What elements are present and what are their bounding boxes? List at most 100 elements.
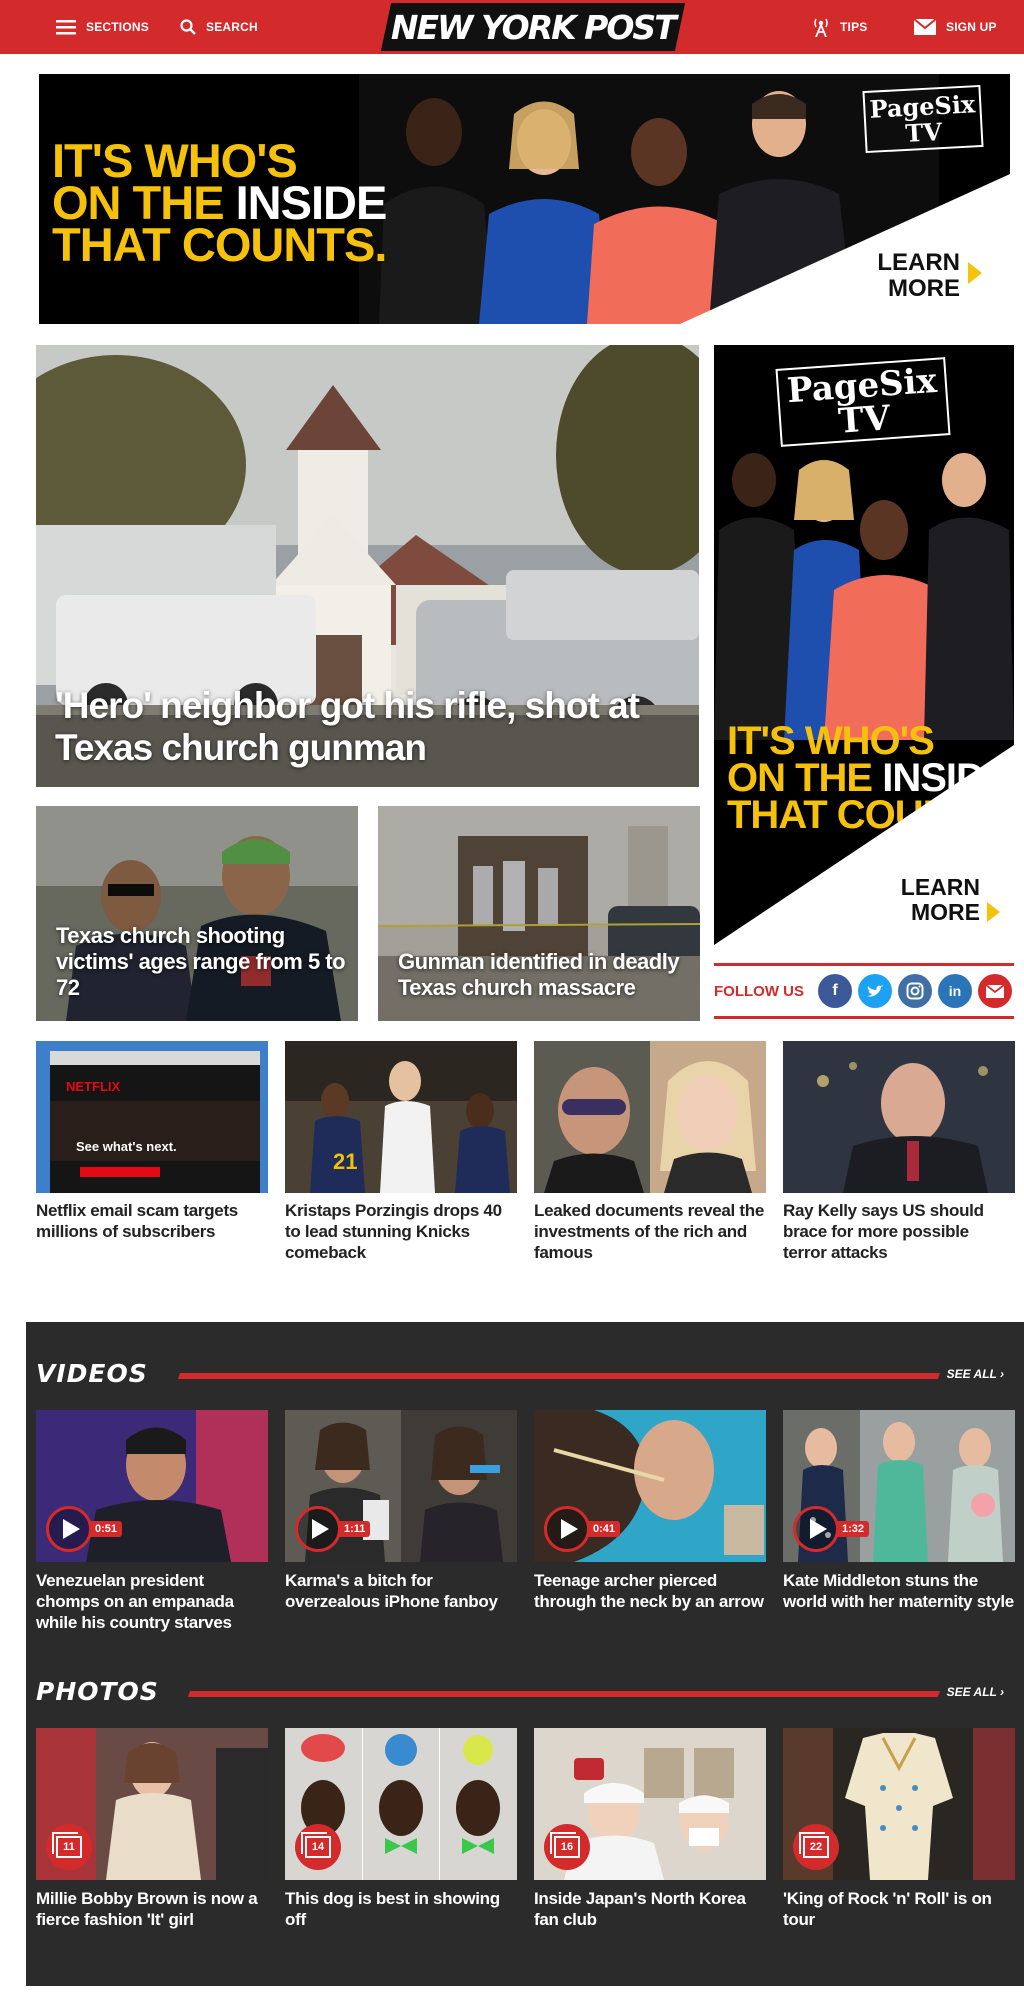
- video-thumbnail[interactable]: 0:51: [36, 1410, 268, 1562]
- search-icon: [180, 19, 196, 35]
- gallery-thumbnail[interactable]: 22: [783, 1728, 1015, 1880]
- gallery-icon: 14: [295, 1824, 341, 1870]
- video-duration: 1:11: [339, 1521, 371, 1537]
- video-thumbnail[interactable]: 1:11: [285, 1410, 517, 1562]
- banner-ad[interactable]: IT'S WHO'S ON THE INSIDE THAT COUNTS. Pa…: [39, 74, 1010, 324]
- twitter-icon[interactable]: [858, 974, 892, 1008]
- site-logo[interactable]: NEW YORK POST: [380, 3, 686, 51]
- story-title[interactable]: Ray Kelly says US should brace for more …: [783, 1200, 1015, 1263]
- gallery-title[interactable]: Inside Japan's North Korea fan club: [534, 1888, 766, 1930]
- story-thumbnail[interactable]: 21: [285, 1041, 517, 1193]
- follow-us-bar: FOLLOW US f in: [714, 963, 1014, 1019]
- photos-see-all-link[interactable]: SEE ALL ›: [947, 1685, 1004, 1699]
- media-section: VIDEOS SEE ALL › 0:51 Venezuelan preside…: [26, 1322, 1024, 1986]
- video-card[interactable]: 1:11 Karma's a bitch for overzealous iPh…: [285, 1410, 517, 1612]
- arrow-right-icon: [987, 902, 1000, 922]
- banner-white-wedge: [680, 174, 1010, 324]
- video-title[interactable]: Venezuelan president chomps on an empana…: [36, 1570, 268, 1633]
- photos-see-all-label: SEE ALL: [946, 1685, 997, 1699]
- gallery-count: 16: [550, 1832, 580, 1858]
- video-play-control[interactable]: 1:32: [793, 1506, 870, 1552]
- play-icon: [46, 1506, 92, 1552]
- sections-button[interactable]: SECTIONS: [56, 0, 149, 54]
- story-thumbnail[interactable]: [534, 1041, 766, 1193]
- video-thumbnail[interactable]: 0:41: [534, 1410, 766, 1562]
- story-title[interactable]: Netflix email scam targets millions of s…: [36, 1200, 268, 1242]
- tips-label: TIPS: [840, 20, 868, 34]
- side-ad-learn-line2: MORE: [911, 899, 980, 925]
- hero-headline[interactable]: 'Hero' neighbor got his rifle, shot at T…: [55, 685, 675, 769]
- gallery-icon: 16: [544, 1824, 590, 1870]
- jersey-number-text: 21: [333, 1149, 358, 1174]
- ray-kelly-photo: [783, 1041, 1015, 1193]
- facebook-icon[interactable]: f: [818, 974, 852, 1008]
- secondary-headline[interactable]: Gunman identified in deadly Texas church…: [398, 949, 688, 1001]
- videos-see-all-link[interactable]: SEE ALL ›: [947, 1367, 1004, 1381]
- story-thumbnail[interactable]: [783, 1041, 1015, 1193]
- banner-learn-line1: LEARN: [877, 249, 960, 276]
- follow-us-label: FOLLOW US: [714, 982, 804, 1000]
- sections-label: SECTIONS: [86, 20, 149, 34]
- banner-learn-more[interactable]: LEARN MORE: [877, 249, 982, 302]
- secondary-headline[interactable]: Texas church shooting victims' ages rang…: [56, 923, 346, 1001]
- video-card[interactable]: 0:51 Venezuelan president chomps on an e…: [36, 1410, 268, 1633]
- video-play-control[interactable]: 0:41: [544, 1506, 621, 1552]
- story-card[interactable]: NETFLIX See what's next. Netflix email s…: [36, 1041, 268, 1242]
- chevron-right-icon: ›: [1000, 1685, 1004, 1699]
- tips-button[interactable]: TIPS: [812, 0, 867, 54]
- gallery-title[interactable]: Millie Bobby Brown is now a fierce fashi…: [36, 1888, 268, 1930]
- play-icon: [544, 1506, 590, 1552]
- gallery-card[interactable]: 11 Millie Bobby Brown is now a fierce fa…: [36, 1728, 268, 1930]
- gallery-card[interactable]: 16 Inside Japan's North Korea fan club: [534, 1728, 766, 1930]
- side-ad[interactable]: PageSix TV IT'S WHO'S ON THE INSIDE THAT…: [714, 345, 1014, 945]
- story-card[interactable]: Leaked documents reveal the investments …: [534, 1041, 766, 1263]
- hamburger-icon: [56, 20, 76, 35]
- hero-story[interactable]: 'Hero' neighbor got his rifle, shot at T…: [36, 345, 699, 787]
- gallery-card[interactable]: 22 'King of Rock 'n' Roll' is on tour: [783, 1728, 1015, 1930]
- pagesix-tv-logo: PageSix TV: [775, 357, 951, 447]
- secondary-story[interactable]: Texas church shooting victims' ages rang…: [36, 806, 358, 1021]
- arrow-right-icon: [968, 262, 982, 284]
- video-play-control[interactable]: 1:11: [295, 1506, 371, 1552]
- side-ad-learn-more[interactable]: LEARN MORE: [900, 874, 1000, 925]
- story-card[interactable]: Ray Kelly says US should brace for more …: [783, 1041, 1015, 1263]
- signup-button[interactable]: SIGN UP: [914, 0, 997, 54]
- gallery-count: 14: [301, 1832, 331, 1858]
- video-card[interactable]: 0:41 Teenage archer pierced through the …: [534, 1410, 766, 1612]
- video-duration: 0:41: [588, 1521, 621, 1537]
- linkedin-icon[interactable]: in: [938, 974, 972, 1008]
- netflix-tagline-text: See what's next.: [76, 1139, 177, 1154]
- story-card[interactable]: 21 Kristaps Porzingis drops 40 to lead s…: [285, 1041, 517, 1263]
- photos-section-title: PHOTOS: [36, 1677, 159, 1706]
- story-title[interactable]: Kristaps Porzingis drops 40 to lead stun…: [285, 1200, 517, 1263]
- gallery-count: 11: [52, 1832, 82, 1858]
- story-thumbnail[interactable]: NETFLIX See what's next.: [36, 1041, 268, 1193]
- gallery-icon: 22: [793, 1824, 839, 1870]
- videos-divider: [177, 1373, 941, 1379]
- gallery-card[interactable]: 14 This dog is best in showing off: [285, 1728, 517, 1930]
- gallery-thumbnail[interactable]: 14: [285, 1728, 517, 1880]
- story-title[interactable]: Leaked documents reveal the investments …: [534, 1200, 766, 1263]
- video-title[interactable]: Karma's a bitch for overzealous iPhone f…: [285, 1570, 517, 1612]
- video-title[interactable]: Kate Middleton stuns the world with her …: [783, 1570, 1015, 1612]
- banner-learn-line2: MORE: [888, 275, 960, 302]
- videos-see-all-label: SEE ALL: [946, 1367, 997, 1381]
- gallery-title[interactable]: This dog is best in showing off: [285, 1888, 517, 1930]
- gallery-icon: 11: [46, 1824, 92, 1870]
- email-icon[interactable]: [978, 974, 1012, 1008]
- video-thumbnail[interactable]: 1:32: [783, 1410, 1015, 1562]
- gallery-thumbnail[interactable]: 11: [36, 1728, 268, 1880]
- gallery-title[interactable]: 'King of Rock 'n' Roll' is on tour: [783, 1888, 1015, 1930]
- video-play-control[interactable]: 0:51: [46, 1506, 123, 1552]
- side-ad-learn-line1: LEARN: [900, 874, 980, 900]
- search-label: SEARCH: [206, 20, 258, 34]
- side-ad-cast-photo: [714, 453, 1014, 740]
- video-title[interactable]: Teenage archer pierced through the neck …: [534, 1570, 766, 1612]
- logo-text: NEW YORK POST: [391, 7, 675, 47]
- search-button[interactable]: SEARCH: [180, 0, 258, 54]
- tips-icon: [814, 18, 828, 37]
- video-card[interactable]: 1:32 Kate Middleton stuns the world with…: [783, 1410, 1015, 1612]
- secondary-story[interactable]: Gunman identified in deadly Texas church…: [378, 806, 700, 1021]
- gallery-thumbnail[interactable]: 16: [534, 1728, 766, 1880]
- instagram-icon[interactable]: [898, 974, 932, 1008]
